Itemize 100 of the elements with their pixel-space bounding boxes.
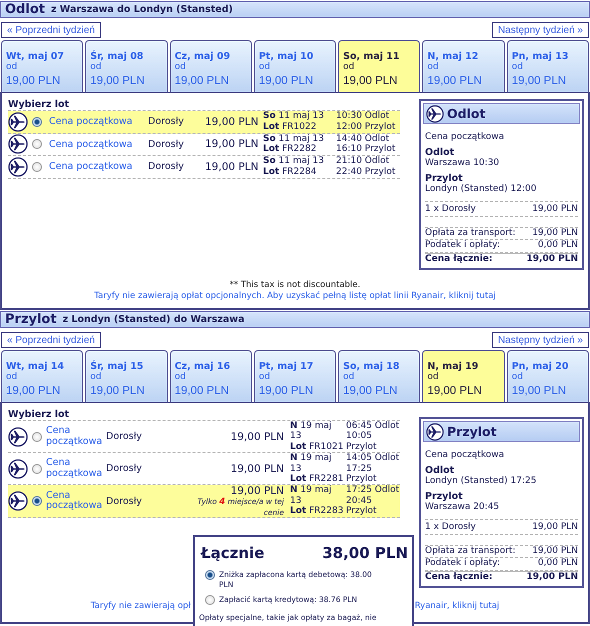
passenger-type: Dorosły [106,431,142,442]
charge-amount: 0,00 PLN [538,558,578,570]
flight-row[interactable]: Cena początkowa Dorosły 19,00 PLN So 11 maj 13 Lot FR2284 21:10 Odlot 22:40 Przylot [8,156,400,179]
total-label: Cena łącznie: [425,254,493,265]
plane-icon [8,491,28,512]
departure-time: 14:40 Odlot [336,134,390,144]
arrival-label: Przylot [425,173,464,184]
day-tab[interactable]: So, maj 18 od 19,00 PLN [338,350,420,402]
tax-note: ** This tax is not discountable. [230,280,360,290]
day-tab[interactable]: Pt, maj 17 od 19,00 PLN [254,350,336,402]
charge-label: Podatek i opłaty: [425,240,500,252]
fare-link[interactable]: Cena początkowa [46,458,106,480]
fees-link[interactable]: Taryfy nie zawierają opł [90,601,191,611]
radio-button[interactable] [205,570,215,580]
flight-number: Lot FR2284 [263,166,316,178]
charge-amount: 0,00 PLN [538,240,578,252]
summary-title: Przylot [447,424,497,439]
departure-info: Warszawa 10:30 [425,158,500,168]
departure-info: Londyn (Stansted) 17:25 [425,476,538,486]
plane-icon [426,104,444,122]
arrival-label: Przylot [425,491,464,502]
route-text: z Londyn (Stansted) do Warszawa [62,314,244,325]
choose-label: Wybierz lot [8,99,70,110]
flight-row[interactable]: Cena początkowa Dorosły 19,00 PLN So 11 maj 13 Lot FR2282 14:40 Odlot 16:10 Przylot [8,134,400,156]
charge-amount: 19,00 PLN [532,228,578,239]
radio-button[interactable] [32,496,42,506]
flight-price: 19,00 PLN [205,138,258,150]
day-tab[interactable]: So, maj 11 od 19,00 PLN [338,40,420,92]
radio-button[interactable] [32,464,42,474]
flight-row[interactable]: Cena początkowa Dorosły 19,00 PLN So 11 maj 13 Lot FR1022 10:30 Odlot 12:00 Przylot [8,111,400,134]
day-tab[interactable]: Cz, maj 09 od 19,00 PLN [170,40,252,92]
flight-number: Lot FR1021 [290,442,344,452]
passenger-amount: 19,00 PLN [532,522,578,534]
total-amount: 38,00 PLN [322,544,408,562]
arrival-time: 22:40 Przylot [336,166,396,178]
section-title: Przylot [5,312,57,327]
day-tab[interactable]: Wt, maj 14 od 19,00 PLN [1,350,84,402]
total-amount: 19,00 PLN [526,572,578,583]
fare-link[interactable]: Cena początkowa [46,490,106,512]
departure-label: Odlot [425,465,456,476]
next-week-button[interactable]: Następny tydzień » [492,332,589,348]
radio-button[interactable] [32,139,42,150]
charge-label: Opłata za transport: [425,228,516,239]
radio-button[interactable] [32,432,42,442]
passenger-amount: 19,00 PLN [532,204,578,216]
charge-label: Podatek i opłaty: [425,558,500,570]
fare-link[interactable]: Cena początkowa [46,426,106,448]
passenger-label: 1 x Dorosły [425,522,476,534]
arrival-time: 17:25 Przylot [346,464,378,484]
day-tab[interactable]: Pt, maj 10 od 19,00 PLN [254,40,336,92]
passenger-type: Dorosły [106,496,142,507]
plane-icon [8,112,28,132]
radio-button[interactable] [32,116,42,127]
summary-title: Odlot [447,106,486,121]
fees-link[interactable]: Taryfy nie zawierają opłat opcjonalnych. Aby uzyskać pełną listę opłat linii Ryanair, kliknij tutaj [94,291,496,301]
passenger-type: Dorosły [148,138,184,150]
day-tab[interactable]: N, maj 12 od 19,00 PLN [422,40,505,92]
day-tab[interactable]: Pn, maj 20 od 19,00 PLN [506,350,589,402]
fees-link[interactable]: Ryanair, kliknij tutaj [414,601,500,611]
passenger-type: Dorosły [106,463,142,474]
arrival-time: 12:00 Przylot [336,122,396,133]
fare-link[interactable]: Cena początkowa [49,116,133,128]
arrival-time: 20:45 Przylot [346,496,378,517]
flight-price: 19,00 PLN [230,462,284,475]
fare-link[interactable]: Cena początkowa [49,161,133,172]
section-title: Odlot [5,2,45,17]
passenger-type: Dorosły [148,161,184,172]
day-tab[interactable]: Śr, maj 08 od 19,00 PLN [85,40,168,92]
day-tab[interactable]: Śr, maj 15 od 19,00 PLN [85,350,168,402]
departure-label: Odlot [425,147,456,158]
flight-number: Lot FR2281 [290,474,344,484]
charge-amount: 19,00 PLN [532,546,578,557]
total-label: Cena łącznie: [425,572,493,583]
departure-time: 17:25 Odlot [346,485,400,496]
passenger-type: Dorosły [148,116,184,128]
charge-label: Opłata za transport: [425,546,516,557]
plane-icon [8,458,28,479]
fare-name: Cena początkowa [425,132,506,142]
radio-button[interactable] [205,595,215,606]
plane-icon [8,426,28,447]
arrival-time: 16:10 Przylot [336,144,396,156]
fare-link[interactable]: Cena początkowa [49,138,133,150]
day-tab[interactable]: Cz, maj 16 od 19,00 PLN [170,350,252,402]
arrival-info: Warszawa 20:45 [425,502,500,512]
arrival-info: Londyn (Stansted) 12:00 [425,184,538,194]
day-tab[interactable]: Wt, maj 07 od 19,00 PLN [1,40,84,92]
next-week-button[interactable]: Następny tydzień » [492,22,589,38]
day-tab[interactable]: N, maj 19 od 19,00 PLN [422,350,505,402]
radio-button[interactable] [32,162,42,172]
flight-number: Lot FR1022 [263,122,316,133]
flight-number: Lot FR2283 [290,506,344,517]
previous-week-button[interactable]: « Poprzedni tydzień [1,22,101,38]
flight-date: So 11 maj 13 [263,111,324,122]
total-label: Łącznie [201,544,264,562]
choose-label: Wybierz lot [8,409,70,420]
plane-icon [8,156,28,177]
day-tab[interactable]: Pn, maj 13 od 19,00 PLN [506,40,589,92]
flight-date: N 19 maj 13 [290,453,333,474]
departure-time: 14:05 Odlot [346,453,400,464]
previous-week-button[interactable]: « Poprzedni tydzień [1,332,101,348]
